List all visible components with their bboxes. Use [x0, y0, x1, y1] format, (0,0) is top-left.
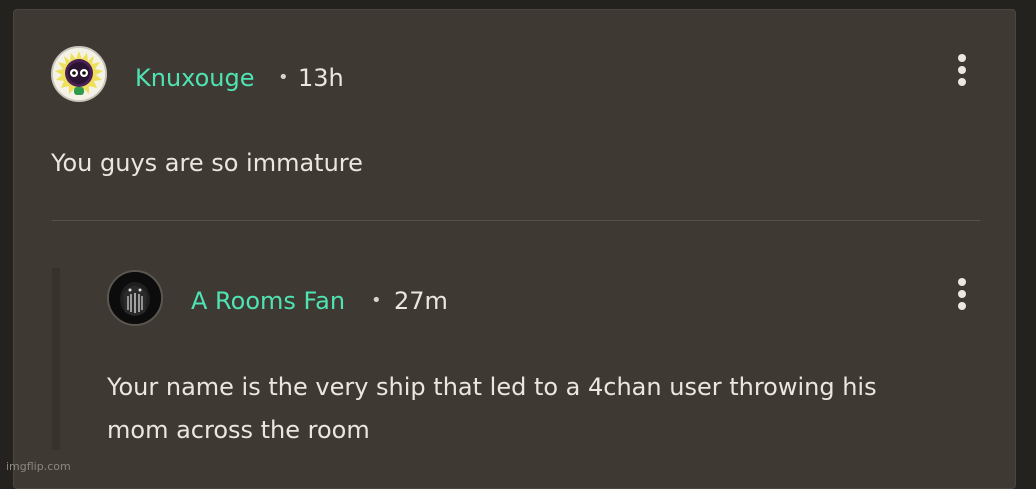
- reply-body: Your name is the very ship that led to a…: [107, 366, 877, 452]
- comment-timestamp: 13h: [298, 64, 344, 92]
- menu-dot: [958, 78, 966, 86]
- comment-divider: [52, 220, 980, 221]
- reply-username[interactable]: A Rooms Fan: [191, 286, 345, 316]
- reply-body-line-1: Your name is the very ship that led to a…: [107, 373, 877, 401]
- reply-body-line-2: mom across the room: [107, 416, 370, 444]
- comment-more-icon[interactable]: [950, 50, 974, 90]
- menu-dot: [958, 54, 966, 62]
- comment-separator: •: [278, 67, 289, 88]
- comment-avatar[interactable]: [51, 46, 107, 102]
- comment-username[interactable]: Knuxouge: [135, 63, 255, 93]
- reply-avatar[interactable]: [107, 270, 163, 326]
- imgflip-watermark: imgflip.com: [6, 460, 71, 473]
- menu-dot: [958, 278, 966, 286]
- comment-card: Knuxouge • 13h You guys are so immature …: [13, 9, 1016, 489]
- comment-body: You guys are so immature: [51, 149, 363, 177]
- menu-dot: [958, 290, 966, 298]
- fuzzy-creature-avatar-icon: [53, 48, 105, 100]
- dark-creature-avatar-icon: [109, 272, 161, 324]
- reply-thread-line[interactable]: [52, 268, 60, 450]
- menu-dot: [958, 302, 966, 310]
- reply-separator: •: [371, 290, 382, 311]
- reply-more-icon[interactable]: [950, 274, 974, 314]
- reply-timestamp: 27m: [394, 287, 448, 315]
- menu-dot: [958, 66, 966, 74]
